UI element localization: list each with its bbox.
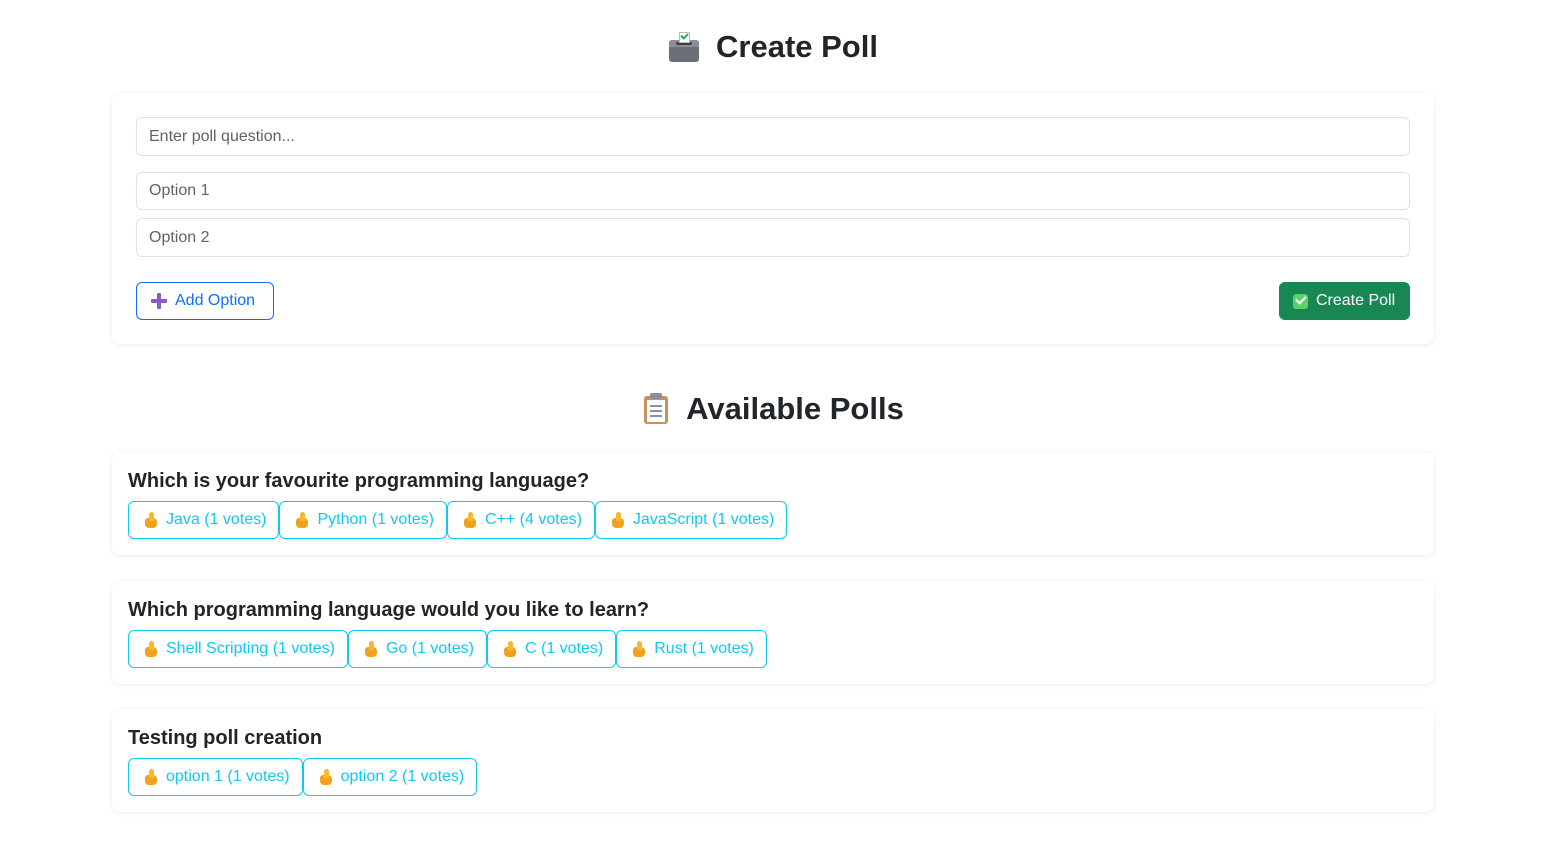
thumbs-up-icon bbox=[632, 641, 646, 657]
vote-option-label: Python (1 votes) bbox=[317, 511, 434, 528]
add-option-label: Add Option bbox=[175, 292, 256, 309]
clipboard-icon bbox=[642, 393, 670, 425]
vote-option-label: C (1 votes) bbox=[525, 640, 604, 657]
vote-option-label: Shell Scripting (1 votes) bbox=[166, 640, 335, 657]
thumbs-up-icon bbox=[611, 512, 625, 528]
thumbs-up-icon bbox=[319, 769, 333, 785]
poll-card: Which is your favourite programming lang… bbox=[112, 452, 1434, 555]
plus-icon bbox=[151, 293, 167, 309]
create-poll-button[interactable]: Create Poll bbox=[1279, 282, 1410, 320]
vote-button[interactable]: option 2 (1 votes) bbox=[302, 758, 478, 796]
thumbs-up-icon bbox=[295, 512, 309, 528]
vote-button[interactable]: C (1 votes) bbox=[487, 630, 617, 668]
vote-button[interactable]: Rust (1 votes) bbox=[616, 630, 767, 668]
vote-option-label: Java (1 votes) bbox=[166, 511, 267, 528]
ballot-box-icon bbox=[668, 31, 700, 63]
vote-button[interactable]: Java (1 votes) bbox=[128, 501, 280, 539]
thumbs-up-icon bbox=[364, 641, 378, 657]
vote-button[interactable]: Go (1 votes) bbox=[347, 630, 487, 668]
thumbs-up-icon bbox=[144, 512, 158, 528]
poll-question: Testing poll creation bbox=[128, 727, 323, 749]
check-mark-icon bbox=[1293, 293, 1308, 309]
create-poll-form: Add Option Create Poll bbox=[112, 93, 1434, 344]
vote-button[interactable]: JavaScript (1 votes) bbox=[594, 501, 788, 539]
vote-option-label: Rust (1 votes) bbox=[654, 640, 754, 657]
vote-option-label: option 2 (1 votes) bbox=[340, 768, 465, 785]
vote-option-label: JavaScript (1 votes) bbox=[632, 511, 775, 528]
vote-button[interactable]: Shell Scripting (1 votes) bbox=[128, 630, 348, 668]
vote-button[interactable]: option 1 (1 votes) bbox=[128, 758, 303, 796]
vote-option-label: Go (1 votes) bbox=[385, 640, 474, 657]
thumbs-up-icon bbox=[503, 641, 517, 657]
option-2-input[interactable] bbox=[136, 218, 1410, 257]
option-1-input[interactable] bbox=[136, 172, 1410, 210]
poll-question-input[interactable] bbox=[136, 117, 1410, 156]
available-polls-heading: Available Polls bbox=[112, 391, 1434, 427]
vote-option-label: C++ (4 votes) bbox=[484, 511, 582, 528]
create-poll-heading: Create Poll bbox=[112, 29, 1434, 65]
vote-button[interactable]: C++ (4 votes) bbox=[446, 501, 595, 539]
create-poll-title: Create Poll bbox=[716, 29, 878, 64]
vote-option-label: option 1 (1 votes) bbox=[166, 768, 290, 785]
thumbs-up-icon bbox=[463, 512, 477, 528]
create-poll-label: Create Poll bbox=[1316, 292, 1396, 309]
poll-card: Testing poll creation option 1 (1 votes)… bbox=[112, 709, 1434, 812]
thumbs-up-icon bbox=[144, 641, 158, 657]
poll-card: Which programming language would you lik… bbox=[112, 581, 1434, 684]
vote-button[interactable]: Python (1 votes) bbox=[279, 501, 447, 539]
poll-options: Shell Scripting (1 votes) Go (1 votes) C… bbox=[128, 630, 767, 668]
thumbs-up-icon bbox=[144, 769, 158, 785]
available-polls-title: Available Polls bbox=[686, 391, 904, 426]
poll-options: Java (1 votes) Python (1 votes) C++ (4 v… bbox=[128, 501, 788, 539]
poll-question: Which is your favourite programming lang… bbox=[128, 470, 590, 492]
poll-options: option 1 (1 votes) option 2 (1 votes) bbox=[128, 758, 478, 796]
add-option-button[interactable]: Add Option bbox=[136, 282, 274, 320]
poll-question: Which programming language would you lik… bbox=[128, 599, 650, 621]
